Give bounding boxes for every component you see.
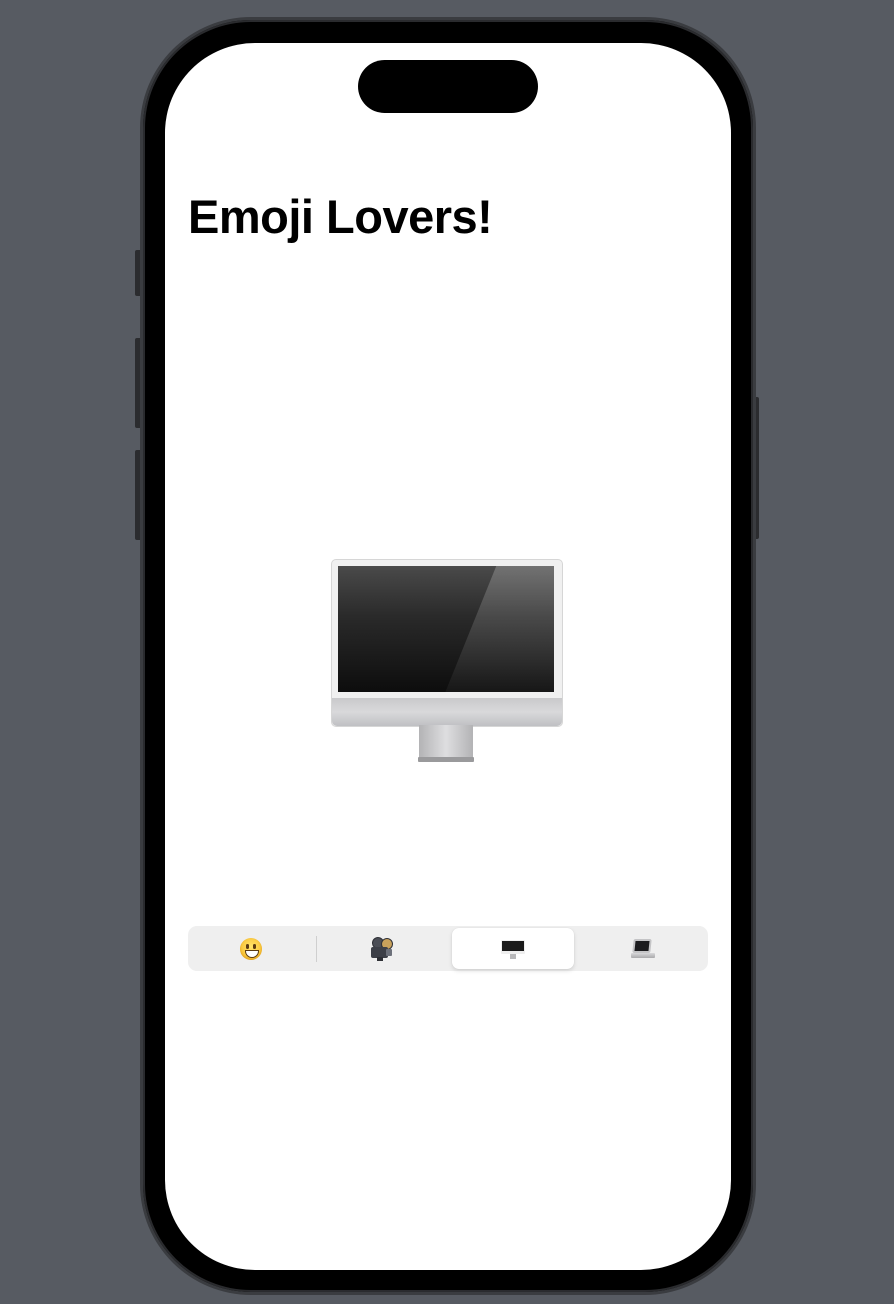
segment-film-projector[interactable] <box>320 928 442 969</box>
monitor-foot <box>418 757 474 762</box>
dynamic-island <box>358 60 538 113</box>
laptop-icon <box>631 938 655 960</box>
segment-laptop[interactable] <box>582 928 704 969</box>
volume-down-button <box>135 450 142 540</box>
grinning-face-icon <box>240 937 262 960</box>
monitor-chin <box>332 698 562 726</box>
desktop-computer-icon <box>331 559 563 765</box>
volume-up-button <box>135 338 142 428</box>
power-button <box>752 397 759 539</box>
monitor-screen <box>338 566 554 692</box>
monitor-body <box>331 559 563 727</box>
phone-screen: Emoji Lovers! <box>165 43 731 1270</box>
segment-desktop-computer-selected[interactable] <box>452 928 574 969</box>
monitor-stand <box>419 725 473 759</box>
film-projector-icon <box>369 936 393 961</box>
desktop-computer-icon <box>501 938 525 960</box>
segment-grinning-face[interactable] <box>190 928 312 969</box>
page-title: Emoji Lovers! <box>188 190 493 243</box>
emoji-segmented-control[interactable] <box>188 926 708 971</box>
action-button <box>135 250 142 296</box>
segment-divider <box>316 936 317 962</box>
